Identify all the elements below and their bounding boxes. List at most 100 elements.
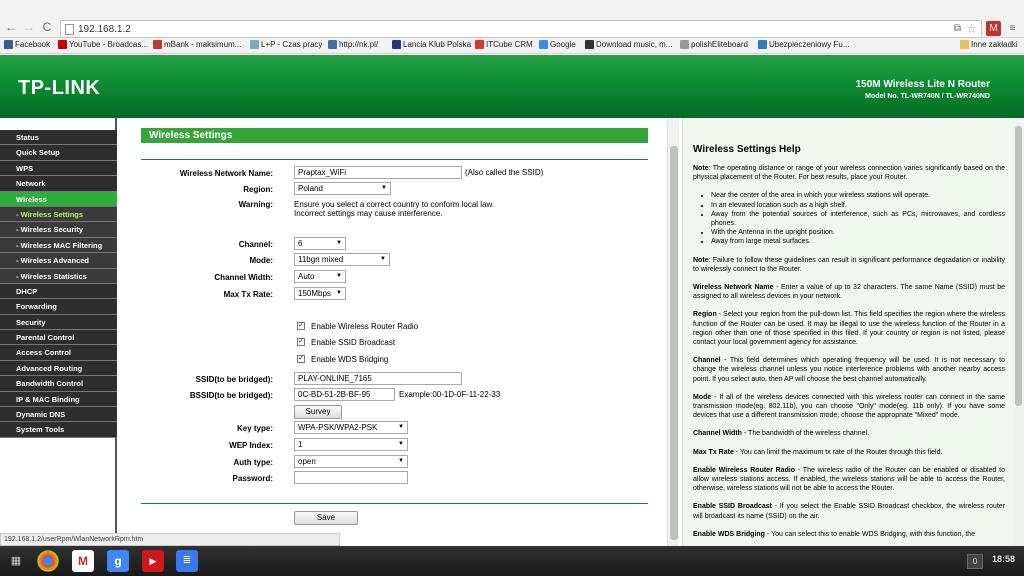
channel-select[interactable]: 6 xyxy=(294,237,346,250)
gmail-icon[interactable]: M xyxy=(72,550,94,572)
bridged-ssid-input[interactable]: PLAY-ONLINE_7165 xyxy=(294,372,462,385)
sidebar-item-wireless-security[interactable]: - Wireless Security xyxy=(0,222,117,238)
sidebar-item-forwarding[interactable]: Forwarding xyxy=(0,299,117,315)
enable-radio-label: Enable Wireless Router Radio xyxy=(311,322,419,331)
youtube-icon[interactable]: ▶ xyxy=(142,550,164,572)
address-url[interactable]: 192.168.1.2 xyxy=(78,24,131,35)
help-scrollbar[interactable] xyxy=(1013,118,1024,546)
help-bullets: Near the center of the area in which you… xyxy=(711,191,1005,246)
help-mode: If all of the wireless devices connected… xyxy=(693,393,1005,420)
sidebar-item-wireless-settings[interactable]: - Wireless Settings xyxy=(0,206,117,223)
sidebar-item-parental-control[interactable]: Parental Control xyxy=(0,330,117,346)
bookmark-item[interactable]: mBank - maksimum... xyxy=(153,40,241,49)
ubezpieczeniowy-icon xyxy=(758,40,767,49)
app-launcher-icon[interactable]: ▦ xyxy=(5,550,27,572)
bookmark-item[interactable]: ITCube CRM xyxy=(475,40,533,49)
bookmark-item[interactable]: polishEliteboard xyxy=(680,40,748,49)
sidebar-item-access-control[interactable]: Access Control xyxy=(0,345,117,361)
notification-badge[interactable]: 0 xyxy=(967,554,983,569)
bookmark-star-icon[interactable]: ☆ xyxy=(966,22,977,36)
youtube-icon xyxy=(58,40,67,49)
mode-select[interactable]: 11bgn mixed xyxy=(294,253,390,266)
lancia-icon xyxy=(392,40,401,49)
password-input[interactable] xyxy=(294,471,408,484)
sidebar-item-network[interactable]: Network xyxy=(0,176,117,192)
taskbar: ▦ M g ▶ ≣ 0 18:58 xyxy=(0,546,1024,576)
bookmark-item[interactable]: http://nk.pl/ xyxy=(328,40,378,49)
scrollbar-thumb[interactable] xyxy=(670,146,678,540)
sidebar-item-wireless-mac-filtering[interactable]: - Wireless MAC Filtering xyxy=(0,237,117,254)
model-number: Model No. TL-WR740N / TL-WR740ND xyxy=(865,93,990,100)
key-type-label: Key type: xyxy=(236,424,273,433)
bookmark-label: mBank - maksimum... xyxy=(164,40,242,49)
sidebar-item-wireless-statistics[interactable]: - Wireless Statistics xyxy=(0,268,117,284)
channel-width-label: Channel Width: xyxy=(214,273,273,282)
help-ewb: You can select this to enable WDS Bridgi… xyxy=(771,530,976,538)
sidebar-item-security[interactable]: Security xyxy=(0,314,117,331)
save-button[interactable]: Save xyxy=(294,511,358,525)
clock[interactable]: 18:58 xyxy=(992,554,1015,564)
sidebar-item-quick-setup[interactable]: Quick Setup xyxy=(0,145,117,161)
sidebar-menu: Status Quick Setup WPS Network Wireless - Wir… xyxy=(0,118,117,546)
docs-icon[interactable]: ≣ xyxy=(176,550,198,572)
help-cw: The bandwidth of the wireless channel. xyxy=(748,430,870,438)
bookmark-item[interactable]: Google xyxy=(539,40,576,49)
router-header: TP-LINK 150M Wireless Lite N Router Mode… xyxy=(0,55,1024,118)
chrome-icon[interactable] xyxy=(37,550,59,572)
bookmark-label: Inne zakładki xyxy=(971,40,1018,49)
max-tx-rate-select[interactable]: 150Mbps xyxy=(294,287,346,300)
page-title: Wireless Settings xyxy=(141,128,648,143)
sidebar-item-system-tools[interactable]: System Tools xyxy=(0,422,117,438)
wep-index-select[interactable]: 1 xyxy=(294,438,408,451)
region-select[interactable]: Poland xyxy=(294,182,391,195)
bookmark-item[interactable]: Download music, m... xyxy=(585,40,672,49)
bookmark-item[interactable]: Ubezpieczeniowy Fu... xyxy=(758,40,849,49)
bookmark-label: Facebook xyxy=(15,40,51,49)
other-bookmarks[interactable]: Inne zakładki xyxy=(960,40,1018,49)
help-channel: This field determines which operating fr… xyxy=(693,357,1005,383)
enable-ssid-checkbox[interactable]: ✓ xyxy=(297,338,305,346)
bssid-example: Example:00-1D-0F-11-22-33 xyxy=(399,390,501,399)
bookmark-item[interactable]: YouTube - Broadcas... xyxy=(58,40,148,49)
wireless-settings-form: Wireless Settings Wireless Network Name:… xyxy=(119,118,667,546)
sidebar-item-wps[interactable]: WPS xyxy=(0,160,117,177)
sidebar-item-advanced-routing[interactable]: Advanced Routing xyxy=(0,360,117,377)
translate-icon[interactable]: ⧉ xyxy=(954,23,961,34)
wep-index-label: WEP Index: xyxy=(229,441,273,450)
content-scrollbar[interactable] xyxy=(667,118,679,546)
help-note1: The operating distance or range of your … xyxy=(693,165,1005,182)
bookmark-label: http://nk.pl/ xyxy=(339,40,379,49)
sidebar-item-ip-mac-binding[interactable]: IP & MAC Binding xyxy=(0,391,117,408)
enable-wds-checkbox[interactable]: ✓ xyxy=(297,355,305,363)
bookmark-item[interactable]: Facebook xyxy=(4,40,50,49)
channel-width-select[interactable]: Auto xyxy=(294,270,346,283)
google-search-icon[interactable]: g xyxy=(107,550,129,572)
reload-icon[interactable]: C xyxy=(40,20,54,34)
auth-type-select[interactable]: open xyxy=(294,455,408,468)
sidebar-item-bandwidth-control[interactable]: Bandwidth Control xyxy=(0,376,117,392)
sidebar-item-status[interactable]: Status xyxy=(0,130,117,146)
gmail-icon[interactable]: M xyxy=(986,21,1001,36)
bssid-input[interactable]: 0C-BD-51-2B-BF-95 xyxy=(294,388,395,401)
ssid-input[interactable]: Praptax_WiFi xyxy=(294,166,462,179)
back-icon[interactable]: ← xyxy=(4,20,18,34)
sidebar-item-wireless[interactable]: Wireless xyxy=(0,191,117,207)
sidebar-item-dhcp[interactable]: DHCP xyxy=(0,283,117,300)
survey-button[interactable]: Survey xyxy=(294,405,342,419)
status-url-bubble: 192.168.1.2/userRpm/WlanNetworkRpm.htm xyxy=(0,533,340,546)
sidebar-item-wireless-advanced[interactable]: - Wireless Advanced xyxy=(0,253,117,269)
bssid-label: BSSID(to be bridged): xyxy=(189,391,273,400)
help-title: Wireless Settings Help xyxy=(693,144,801,155)
bookmark-item[interactable]: L+P - Czas pracy xyxy=(250,40,322,49)
enable-radio-checkbox[interactable]: ✓ xyxy=(297,322,305,330)
key-type-select[interactable]: WPA-PSK/WPA2-PSK xyxy=(294,421,408,434)
address-bar[interactable]: 192.168.1.2 ⧉ ☆ xyxy=(60,20,982,38)
scrollbar-thumb[interactable] xyxy=(1015,126,1022,406)
menu-icon[interactable]: ≡ xyxy=(1005,21,1020,36)
help-mtr: You can limit the maximum tx rate of the… xyxy=(739,448,943,456)
mbank-icon xyxy=(153,40,162,49)
product-name: 150M Wireless Lite N Router xyxy=(855,79,990,90)
bookmark-item[interactable]: Lancia Klub Polska xyxy=(392,40,471,49)
sidebar-item-dynamic-dns[interactable]: Dynamic DNS xyxy=(0,407,117,423)
forward-icon[interactable]: → xyxy=(22,20,36,34)
